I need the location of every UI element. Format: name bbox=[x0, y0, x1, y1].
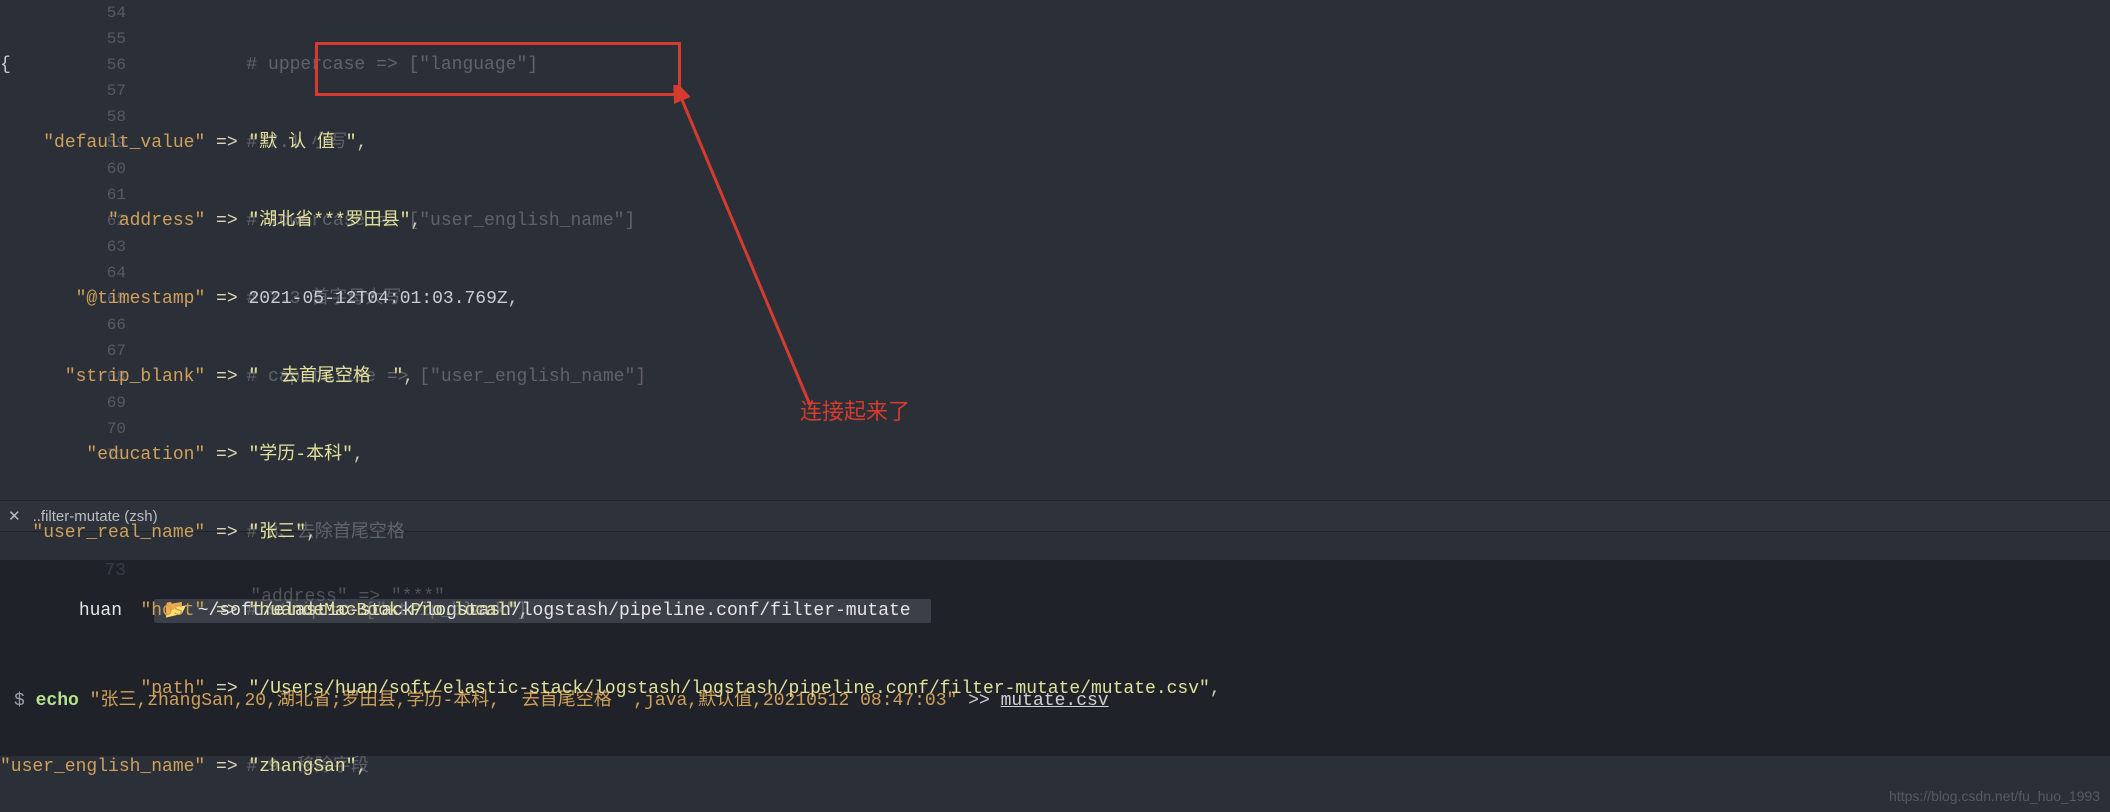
output-value: " 去首尾空格 " bbox=[248, 367, 403, 387]
watermark: https://blog.csdn.net/fu_huo_1993 bbox=[1889, 788, 2100, 804]
output-key: "user_english_name" bbox=[0, 757, 205, 777]
ghost-code-line: 73 "address" => "***" bbox=[0, 532, 2110, 560]
output-key: "default_value" bbox=[43, 133, 205, 153]
line-number: 73 bbox=[70, 558, 126, 584]
output-key: "address" bbox=[108, 211, 205, 231]
output-key: "path" bbox=[140, 679, 205, 699]
output-value: "默 认 值 " bbox=[248, 133, 356, 153]
output-value: "zhangSan" bbox=[248, 757, 356, 777]
output-value: "/Users/huan/soft/elastic-stack/logstash… bbox=[248, 679, 1209, 699]
output-value: "湖北省***罗田县" bbox=[248, 211, 410, 231]
output-value: 2021-05-12T04:01:03.769Z bbox=[248, 289, 507, 309]
output-key: "education" bbox=[86, 445, 205, 465]
foreground-output-layer: { "default_value" => "默 认 值 ", "address"… bbox=[0, 0, 1221, 812]
output-key: "@timestamp" bbox=[76, 289, 206, 309]
code-text: "address" => "***" bbox=[132, 587, 445, 607]
output-key: "strip_blank" bbox=[65, 367, 205, 387]
brace-open: { bbox=[0, 55, 11, 75]
output-value: "学历-本科" bbox=[248, 445, 352, 465]
annotation-label: 连接起来了 bbox=[800, 394, 910, 426]
editor-area: 54 55 56 57 58 59 60 61 62 63 64 65 66 6… bbox=[0, 0, 2110, 500]
